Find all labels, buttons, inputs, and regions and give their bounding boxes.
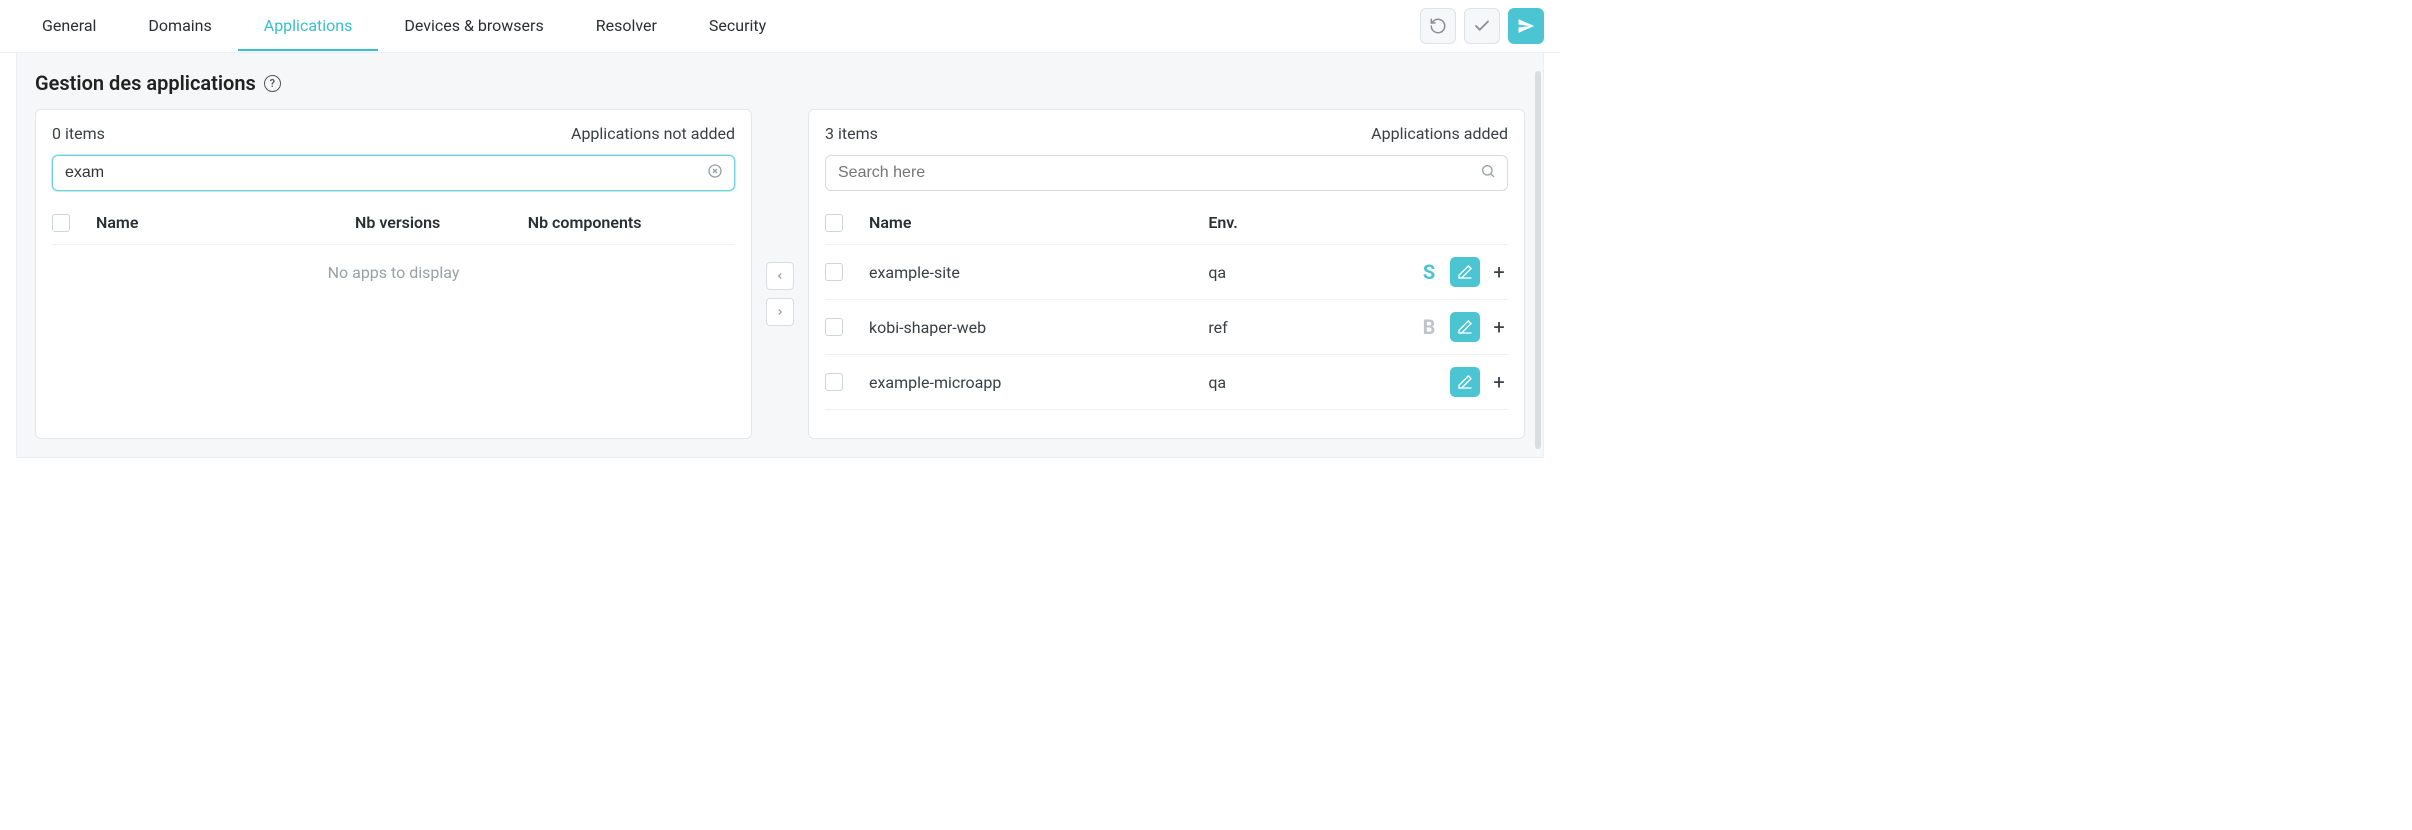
row-name: example-site	[869, 263, 1208, 282]
tab-domains[interactable]: Domains	[122, 2, 237, 51]
check-icon	[1473, 17, 1491, 35]
confirm-button[interactable]	[1464, 8, 1500, 44]
panel-not-added: 0 items Applications not added Name	[35, 109, 752, 439]
section-title: Gestion des applications ?	[35, 71, 1525, 95]
row-name: example-microapp	[869, 373, 1208, 392]
tab-resolver[interactable]: Resolver	[570, 2, 683, 51]
left-empty-text: No apps to display	[52, 245, 735, 288]
row-checkbox[interactable]	[825, 263, 843, 281]
top-actions	[1420, 0, 1544, 52]
clear-icon[interactable]	[707, 163, 723, 183]
right-search-input[interactable]	[825, 155, 1508, 191]
tabs: General Domains Applications Devices & b…	[16, 2, 792, 51]
transfer-controls	[766, 222, 794, 326]
right-select-all[interactable]	[825, 214, 843, 232]
row-checkbox[interactable]	[825, 318, 843, 336]
right-count: 3 items	[825, 124, 878, 143]
edit-icon	[1457, 374, 1473, 390]
send-button[interactable]	[1508, 8, 1544, 44]
add-button[interactable]: +	[1490, 317, 1508, 337]
type-badge: S	[1418, 260, 1440, 284]
add-button[interactable]: +	[1490, 262, 1508, 282]
refresh-button[interactable]	[1420, 8, 1456, 44]
left-search-input[interactable]	[52, 155, 735, 191]
tab-devices-browsers[interactable]: Devices & browsers	[378, 2, 569, 51]
edit-button[interactable]	[1450, 312, 1480, 342]
tab-general[interactable]: General	[16, 2, 122, 51]
right-thead: Name Env.	[825, 201, 1508, 245]
row-checkbox[interactable]	[825, 373, 843, 391]
left-select-all[interactable]	[52, 214, 70, 232]
left-col-components: Nb components	[528, 213, 735, 232]
chevron-left-icon	[775, 271, 785, 281]
row-env: ref	[1208, 318, 1378, 337]
panel-added: 3 items Applications added Name	[808, 109, 1525, 439]
send-icon	[1517, 17, 1535, 35]
edit-button[interactable]	[1450, 257, 1480, 287]
type-badge: B	[1418, 315, 1440, 339]
row-env: qa	[1208, 263, 1378, 282]
left-thead: Name Nb versions Nb components	[52, 201, 735, 245]
panels: 0 items Applications not added Name	[35, 109, 1525, 439]
right-title: Applications added	[1371, 124, 1508, 143]
right-table: Name Env. example-site qa S	[809, 201, 1524, 410]
search-icon[interactable]	[1480, 163, 1496, 183]
edit-icon	[1457, 319, 1473, 335]
right-col-env: Env.	[1208, 213, 1378, 232]
left-title: Applications not added	[571, 124, 735, 143]
move-left-button[interactable]	[766, 262, 794, 290]
add-button[interactable]: +	[1490, 372, 1508, 392]
section-title-text: Gestion des applications	[35, 71, 256, 95]
move-right-button[interactable]	[766, 298, 794, 326]
table-row: kobi-shaper-web ref B +	[825, 300, 1508, 355]
left-search-box	[52, 155, 735, 191]
row-name: kobi-shaper-web	[869, 318, 1208, 337]
left-col-versions: Nb versions	[355, 213, 528, 232]
edit-icon	[1457, 264, 1473, 280]
tab-security[interactable]: Security	[683, 2, 792, 51]
table-row: example-site qa S +	[825, 245, 1508, 300]
refresh-icon	[1429, 17, 1447, 35]
help-icon[interactable]: ?	[264, 75, 281, 92]
edit-button[interactable]	[1450, 367, 1480, 397]
right-col-name: Name	[869, 213, 1208, 232]
row-env: qa	[1208, 373, 1378, 392]
right-search-box	[825, 155, 1508, 191]
chevron-right-icon	[775, 307, 785, 317]
left-col-name: Name	[96, 213, 355, 232]
left-count: 0 items	[52, 124, 105, 143]
table-row: example-microapp qa +	[825, 355, 1508, 410]
top-bar: General Domains Applications Devices & b…	[0, 0, 1560, 53]
tab-applications[interactable]: Applications	[238, 2, 379, 51]
content-area: Gestion des applications ? 0 items Appli…	[16, 53, 1544, 458]
left-table: Name Nb versions Nb components No apps t…	[36, 201, 751, 288]
scrollbar[interactable]	[1535, 71, 1541, 449]
